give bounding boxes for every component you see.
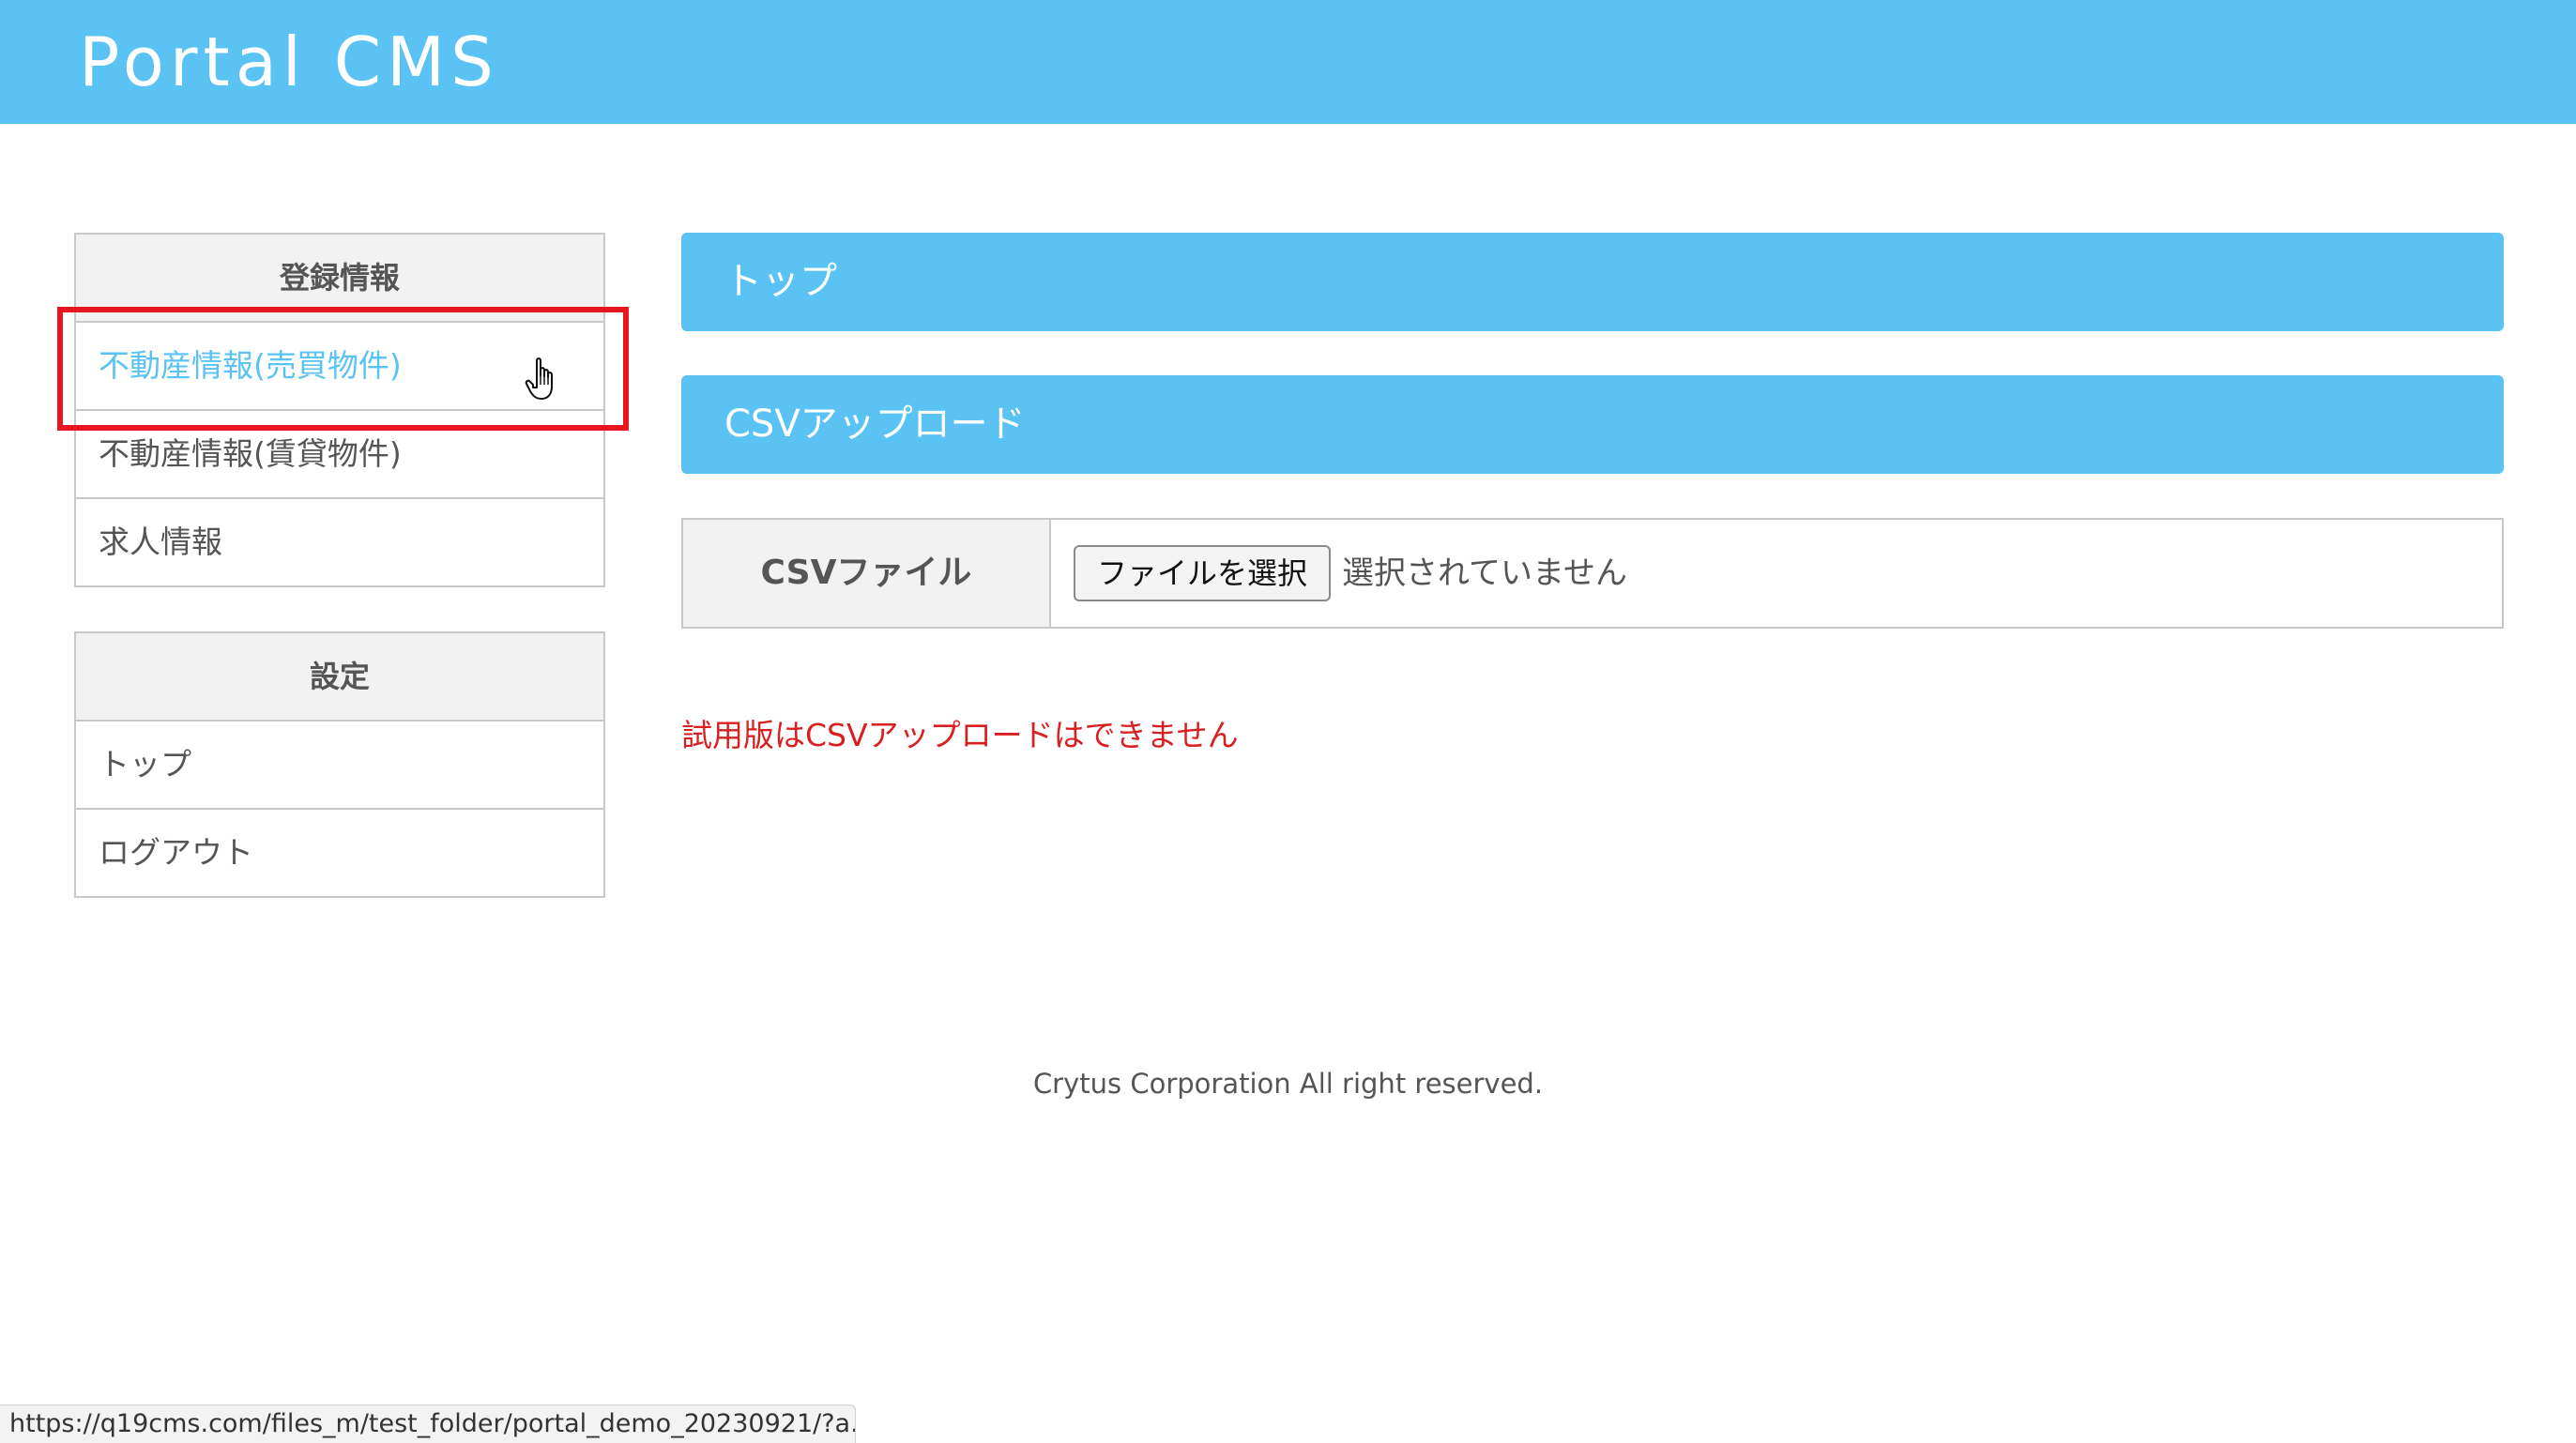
sidebar-item-label: 求人情報	[99, 524, 222, 560]
csv-file-form-row: CSVファイル ファイルを選択 選択されていません	[681, 518, 2504, 629]
top-section-bar: トップ	[681, 233, 2504, 331]
sidebar-item-label: トップ	[99, 746, 191, 782]
sidebar-registration-heading: 登録情報	[76, 235, 603, 323]
status-bar-url: https://q19cms.com/files_m/test_folder/p…	[0, 1405, 856, 1443]
sidebar-item-label: 不動産情報(売買物件)	[99, 347, 402, 384]
footer-copyright: Crytus Corporation All right reserved.	[1032, 1068, 1544, 1100]
app-header: Portal CMS	[0, 0, 2576, 124]
app-title: Portal CMS	[79, 23, 499, 101]
sidebar-item-label: ログアウト	[99, 834, 253, 871]
trial-error-message: 試用版はCSVアップロードはできません	[681, 717, 1239, 753]
sidebar-item-rental-property[interactable]: 不動産情報(賃貸物件)	[76, 411, 603, 499]
choose-file-button[interactable]: ファイルを選択	[1074, 545, 1331, 601]
page: Portal CMS 登録情報 不動産情報(売買物件) 不動産情報(賃貸物件) …	[0, 0, 2576, 1443]
sidebar-item-top[interactable]: トップ	[76, 722, 603, 810]
sidebar-item-job-info[interactable]: 求人情報	[76, 499, 603, 587]
sidebar-item-logout[interactable]: ログアウト	[76, 810, 603, 898]
csv-upload-section-bar: CSVアップロード	[681, 375, 2504, 474]
csv-file-label: CSVファイル	[683, 520, 1051, 627]
sidebar-item-label: 不動産情報(賃貸物件)	[99, 435, 402, 472]
sidebar-registration-panel: 登録情報 不動産情報(売買物件) 不動産情報(賃貸物件) 求人情報	[74, 233, 605, 587]
sidebar-settings-panel: 設定 トップ ログアウト	[74, 631, 605, 898]
sidebar-settings-heading: 設定	[76, 633, 603, 722]
file-status-text: 選択されていません	[1342, 554, 1627, 592]
hand-pointer-icon	[525, 357, 553, 400]
